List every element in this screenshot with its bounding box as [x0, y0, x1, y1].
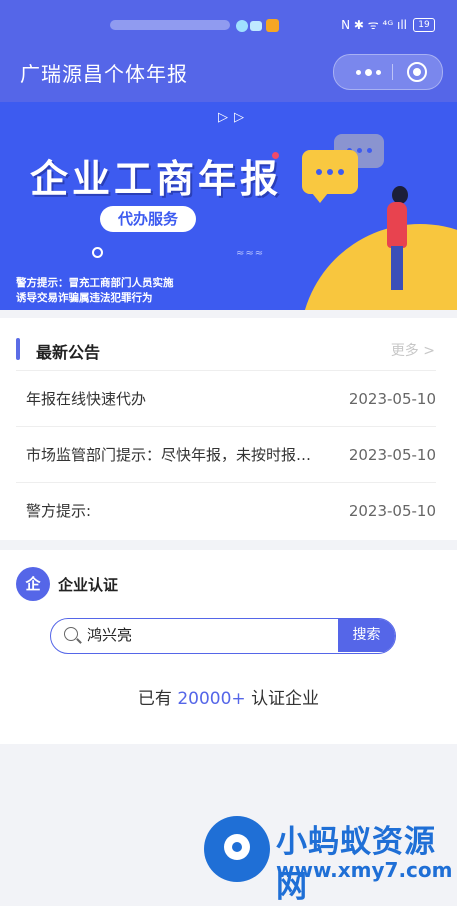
- more-menu-icon[interactable]: [348, 55, 388, 89]
- enterprise-badge-icon: 企: [16, 567, 50, 601]
- search-button[interactable]: 搜索: [338, 619, 395, 652]
- status-icons: N ✱ ᯤ ⁴ᴳ ıll 19: [341, 16, 435, 33]
- ant-logo-icon: [204, 816, 270, 882]
- verified-count-prefix: 已有: [137, 689, 172, 709]
- notice-item-date: 2023-05-10: [348, 501, 436, 520]
- notice-item-title: 警方提示:: [26, 502, 92, 520]
- status-notification-blur: [110, 20, 230, 30]
- banner-dot-decoration: [272, 152, 279, 159]
- cloud-icon: [250, 21, 262, 31]
- notice-item[interactable]: 警方提示: 2023-05-10: [16, 482, 436, 538]
- enterprise-search-box: 搜索: [50, 618, 396, 654]
- person-illustration-body: [387, 202, 407, 248]
- notice-item-date: 2023-05-10: [348, 445, 436, 464]
- capsule-divider: [392, 64, 393, 80]
- promo-banner[interactable]: ▷▷ 企业工商年报 代办服务 ≈≈≈ 警方提示：冒充工商部门人员实施 诱导交易诈…: [0, 102, 457, 310]
- notice-item[interactable]: 市场监管部门提示：尽快年报，未按时报送将被列入经营异常名录 2023-05-10: [16, 426, 436, 482]
- banner-decoration-circle: [300, 224, 457, 310]
- notice-section-title: 最新公告: [36, 343, 101, 362]
- shield-app-icon: [266, 19, 279, 32]
- police-warning: 警方提示：冒充工商部门人员实施 诱导交易诈骗属违法犯罪行为: [16, 276, 174, 306]
- app-header: N ✱ ᯤ ⁴ᴳ ıll 19 广瑞源昌个体年报: [0, 0, 457, 102]
- enterprise-section-title: 企业认证: [58, 576, 119, 594]
- section-accent-bar: [16, 338, 20, 360]
- status-app-icons: [236, 18, 280, 34]
- mini-program-capsule: [333, 54, 443, 90]
- police-warning-line2: 诱导交易诈骗属违法犯罪行为: [16, 292, 153, 304]
- notice-item-title: 年报在线快速代办: [26, 390, 147, 408]
- page-title: 广瑞源昌个体年报: [20, 62, 188, 86]
- close-mini-program-icon[interactable]: [407, 62, 427, 82]
- notice-item-title: 市场监管部门提示：尽快年报，未按时报送将被列入经营异常名录: [26, 446, 316, 464]
- notice-item-date: 2023-05-10: [348, 389, 436, 408]
- verified-count-suffix: 认证企业: [251, 689, 320, 709]
- notice-list: 年报在线快速代办 2023-05-10 市场监管部门提示：尽快年报，未按时报送将…: [16, 370, 436, 538]
- service-tag: 代办服务: [100, 206, 196, 232]
- search-icon: [64, 627, 78, 641]
- status-bar: N ✱ ᯤ ⁴ᴳ ıll 19: [0, 14, 457, 40]
- watermark: 小蚂蚁资源网 www.xmy7.com: [204, 812, 454, 905]
- chat-bubble-icon: [302, 150, 358, 203]
- notice-more-link[interactable]: 更多 >: [391, 340, 435, 360]
- wave-decoration: ≈≈≈: [236, 248, 265, 259]
- verified-count: 已有 20000+ 认证企业: [0, 684, 457, 709]
- verified-count-number: 20000+: [177, 689, 246, 709]
- banner-heading: 企业工商年报: [30, 157, 283, 201]
- notice-card: 最新公告 更多 > 年报在线快速代办 2023-05-10 市场监管部门提示：尽…: [0, 318, 457, 540]
- battery-icon: 19: [413, 17, 435, 32]
- enterprise-search-input[interactable]: [87, 619, 337, 652]
- police-warning-line1: 警方提示：冒充工商部门人员实施: [16, 277, 174, 289]
- notice-item[interactable]: 年报在线快速代办 2023-05-10: [16, 370, 436, 426]
- play-arrows-icon: ▷▷: [218, 110, 250, 125]
- enterprise-verification-card: 企 企业认证 搜索 已有 20000+ 认证企业: [0, 550, 457, 744]
- watermark-url: www.xmy7.com: [276, 858, 453, 882]
- ring-decoration: [92, 247, 103, 258]
- network-signal-icons: N ✱ ᯤ ⁴ᴳ ıll: [341, 18, 407, 32]
- app-notification-icon: [236, 20, 248, 32]
- nav-bar: 广瑞源昌个体年报: [0, 52, 457, 92]
- person-illustration-legs: [391, 246, 403, 290]
